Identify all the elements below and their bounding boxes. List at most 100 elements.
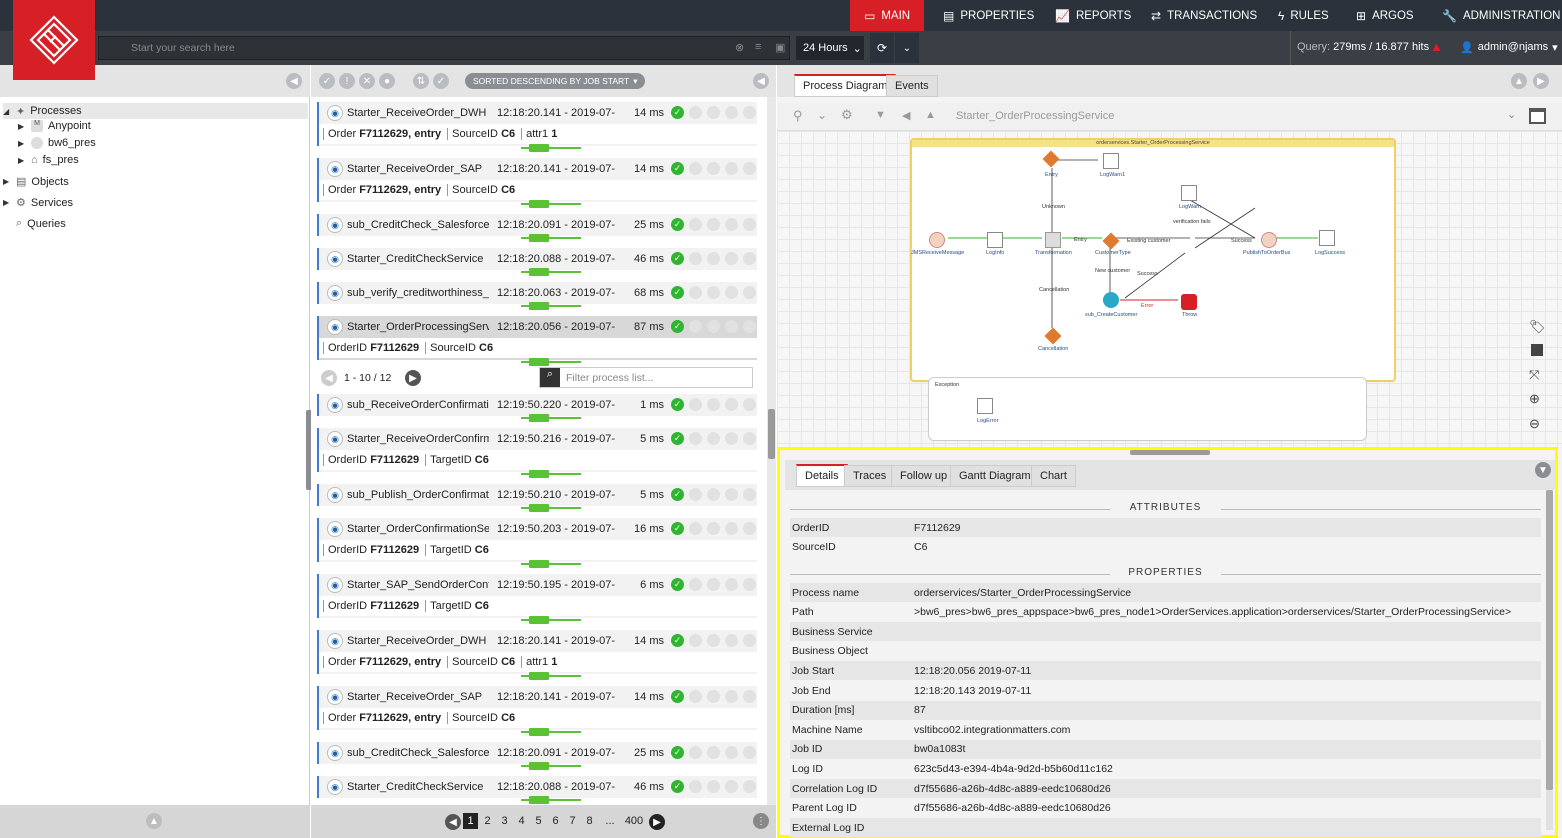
expand-handle[interactable] [529, 796, 549, 804]
list-options-icon[interactable]: ≡ [755, 41, 761, 53]
process-row[interactable]: ◉ Starter_CreditCheckService 12:18:20.088 … [317, 776, 757, 798]
filter-warning-icon[interactable]: ! [339, 73, 355, 89]
user-menu[interactable]: 👤 admin@njams ▾ [1460, 41, 1558, 54]
row-main[interactable]: ◉ Starter_ReceiveOrder_DWH 12:18:20.141 - … [319, 630, 759, 652]
app-logo[interactable] [13, 0, 95, 80]
window-icon[interactable] [1529, 108, 1546, 124]
chevron-down-icon[interactable]: ⌄ [895, 33, 919, 63]
row-main[interactable]: ◉ Starter_CreditCheckService 12:18:20.088 … [319, 776, 759, 798]
tab-gantt-diagram[interactable]: Gantt Diagram [950, 465, 1040, 487]
timerange-select[interactable]: 24 Hours ⌄ [796, 36, 864, 60]
tab-details[interactable]: Details [796, 464, 848, 487]
expand-handle[interactable] [529, 560, 549, 568]
process-diagram-canvas[interactable]: orderservices.Starter_OrderProcessingSer… [777, 131, 1562, 447]
tree-item-objects[interactable]: ▶ ▤ Objects [3, 175, 69, 189]
arrow-down-icon[interactable]: ▼ [875, 109, 886, 121]
row-main[interactable]: ◉ Starter_CreditCheckService 12:18:20.088 … [319, 248, 759, 270]
sort-icon[interactable]: ⇅ [413, 73, 429, 89]
expand-handle[interactable] [529, 504, 549, 512]
row-main[interactable]: ◉ Starter_ReceiveOrder_SAP 12:18:20.141 - … [319, 158, 759, 180]
tree-item-fs-pres[interactable]: ▶ ⌂ fs_pres [18, 154, 79, 166]
nav-rules[interactable]: ϟ RULES [1278, 0, 1329, 31]
filter-process-input[interactable]: ⌕ Filter process list... [539, 367, 753, 388]
filter-success-icon[interactable]: ✓ [319, 73, 335, 89]
row-main[interactable]: ◉ Starter_OrderProcessingService 12:18:20.… [319, 316, 759, 338]
nav-main[interactable]: ▭ MAIN [850, 0, 925, 31]
process-row[interactable]: ◉ Starter_OrderConfirmationService 12:19:5… [317, 518, 759, 562]
search-input[interactable]: Start your search here ⊗ ≡ ▣ [98, 36, 790, 60]
row-main[interactable]: ◉ sub_CreditCheck_Salesforce 12:18:20.091 … [319, 742, 759, 764]
page-button[interactable]: 4 [514, 813, 529, 829]
compress-icon[interactable]: ⤧ [1529, 367, 1539, 383]
scrollbar[interactable] [767, 97, 776, 805]
process-row[interactable]: ◉ Starter_ReceiveOrder_DWH 12:18:20.141 - … [317, 102, 759, 146]
sub-process-icon[interactable] [1103, 292, 1119, 308]
page-button[interactable]: 400 [623, 813, 645, 829]
page-button[interactable]: 5 [531, 813, 546, 829]
chevron-down-icon[interactable]: ⌄ [817, 108, 827, 122]
nav-argos[interactable]: ⊞ ARGOS [1356, 0, 1414, 31]
process-row[interactable]: ◉ sub_verify_creditworthiness_of_ 12:18:20… [317, 282, 757, 304]
row-main[interactable]: ◉ sub_verify_creditworthiness_of_ 12:18:20… [319, 282, 759, 304]
process-row[interactable]: ◉ Starter_ReceiveOrder_SAP 12:18:20.141 - … [317, 686, 759, 730]
expand-handle[interactable] [529, 762, 549, 770]
filter-running-icon[interactable]: ● [379, 73, 395, 89]
process-row[interactable]: ◉ sub_ReceiveOrderConfirmation 12:19:50.22… [317, 394, 757, 416]
next-page-icon[interactable]: ▶ [649, 814, 665, 830]
collapse-left-icon[interactable]: ◀ [286, 73, 302, 89]
tab-events[interactable]: Events [886, 75, 938, 97]
nav-reports[interactable]: 📈 REPORTS [1055, 0, 1131, 31]
row-main[interactable]: ◉ Starter_ReceiveOrder_SAP 12:18:20.141 - … [319, 686, 759, 708]
tab-follow-up[interactable]: Follow up [891, 465, 957, 487]
page-button[interactable]: 3 [497, 813, 512, 829]
details-scrollbar[interactable] [1546, 490, 1553, 830]
row-main[interactable]: ◉ Starter_ReceiveOrderConfirmation 12:19:5… [319, 428, 759, 450]
tab-process-diagram[interactable]: Process Diagram [794, 74, 897, 97]
process-row[interactable]: ◉ Starter_SAP_SendOrderConfirmation 12:19:… [317, 574, 759, 618]
resize-handle[interactable] [1130, 450, 1210, 455]
log-error-icon[interactable] [977, 398, 993, 414]
log-warn-icon[interactable] [1103, 153, 1119, 169]
tab-traces[interactable]: Traces [844, 465, 896, 487]
page-button[interactable]: 2 [480, 813, 495, 829]
chevron-down-icon[interactable]: ⌄ [1507, 108, 1516, 121]
sort-dropdown[interactable]: SORTED DESCENDING BY JOB START ▾ [465, 73, 646, 89]
expand-handle[interactable] [529, 616, 549, 624]
tree-item-processes[interactable]: ◢ ✦ Processes [3, 103, 308, 119]
row-main[interactable]: ◉ sub_CreditCheck_Salesforce 12:18:20.091 … [319, 214, 759, 236]
up-icon[interactable]: ▲ [1511, 73, 1527, 89]
process-row[interactable]: ◉ Starter_ReceiveOrderConfirmation 12:19:5… [317, 428, 759, 472]
row-main[interactable]: ◉ sub_Publish_OrderConfirmation 12:19:50.2… [319, 484, 759, 506]
save-icon[interactable]: ▣ [775, 41, 785, 54]
process-row[interactable]: ◉ Starter_ReceiveOrder_DWH 12:18:20.141 - … [317, 630, 759, 674]
collapse-middle-icon[interactable]: ◀ [753, 73, 769, 89]
expand-handle[interactable] [529, 672, 549, 680]
row-main[interactable]: ◉ Starter_ReceiveOrder_DWH 12:18:20.141 - … [319, 102, 759, 124]
process-row[interactable]: ◉ Starter_CreditCheckService 12:18:20.088 … [317, 248, 757, 270]
expand-handle[interactable] [529, 234, 549, 242]
log-success-icon[interactable] [1319, 230, 1335, 246]
up-icon[interactable]: ▲ [146, 813, 162, 829]
scrollbar-thumb[interactable] [1546, 490, 1553, 790]
process-row[interactable]: ◉ sub_CreditCheck_Salesforce 12:18:20.091 … [317, 214, 757, 236]
scrollbar-thumb[interactable] [768, 409, 775, 459]
log-warn-icon[interactable] [1181, 185, 1197, 201]
throw-icon[interactable] [1181, 294, 1197, 310]
tree-item-bw6-pres[interactable]: ▶ bw6_pres [18, 137, 96, 149]
tree-item-queries[interactable]: ⌕ Queries [3, 217, 66, 230]
refresh-icon[interactable]: ⟳ [870, 33, 894, 63]
transformation-icon[interactable] [1045, 232, 1061, 248]
page-button[interactable]: 7 [565, 813, 580, 829]
next-page-icon[interactable]: ▶ [405, 370, 421, 386]
tree-item-services[interactable]: ▶ ⚙ Services [3, 196, 73, 210]
tree-item-anypoint[interactable]: ▶ M Anypoint [18, 120, 91, 132]
row-main[interactable]: ◉ Starter_SAP_SendOrderConfirmation 12:19:… [319, 574, 759, 596]
expand-handle[interactable] [529, 200, 549, 208]
tab-chart[interactable]: Chart [1031, 465, 1076, 487]
settings-icon[interactable]: ⚙ [841, 107, 853, 123]
jms-receive-icon[interactable] [929, 232, 945, 248]
download-icon[interactable]: ▼ [1535, 462, 1551, 478]
nav-administration[interactable]: 🔧 ADMINISTRATION [1442, 0, 1561, 31]
nav-properties[interactable]: ▤ PROPERTIES [943, 0, 1034, 31]
log-info-icon[interactable] [987, 232, 1003, 248]
